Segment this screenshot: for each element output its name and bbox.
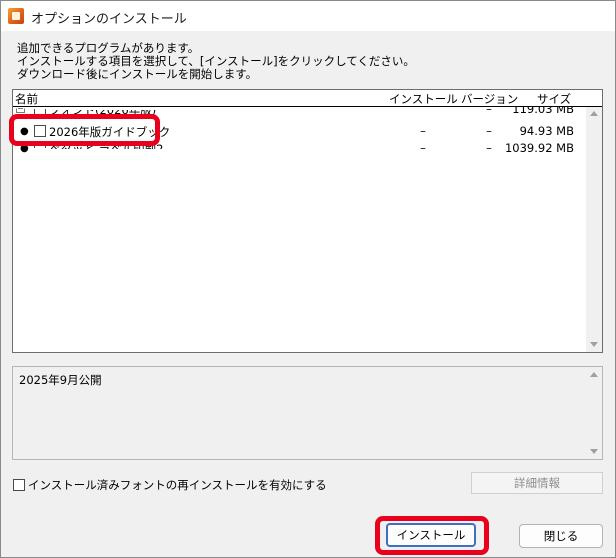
list-item[interactable]: ● 2026年版ガイドブック – – 94.93 MB — [13, 123, 586, 139]
scroll-up-icon[interactable] — [590, 111, 598, 116]
list-item[interactable]: フォント(2026年版) – 119.03 MB — [13, 107, 586, 117]
instructions: 追加できるプログラムがあります。 インストールする項目を選択して、[インストール… — [17, 42, 415, 81]
details-button[interactable]: 詳細情報 — [471, 472, 603, 494]
description-text: 2025年9月公開 — [19, 373, 102, 387]
list-header: 名前 インストール バージョン サイズ — [13, 90, 602, 107]
collapse-toggle-icon[interactable] — [16, 108, 25, 113]
reinstall-label: インストール済みフォントの再インストールを有効にする — [28, 478, 327, 492]
list-rows: フォント(2026年版) – 119.03 MB ● 2026年版ガイドブック … — [13, 107, 586, 352]
item-version: – — [486, 124, 492, 138]
item-checkbox[interactable] — [34, 109, 46, 115]
item-name: フォント(2026年版) — [49, 107, 157, 117]
item-install-status: – — [420, 141, 426, 155]
column-header-size[interactable]: サイズ — [537, 91, 571, 107]
item-version: – — [486, 141, 492, 155]
install-options-dialog: オプションのインストール 追加できるプログラムがあります。 インストールする項目… — [0, 0, 616, 558]
item-version: – — [486, 107, 492, 116]
column-header-version[interactable]: バージョン — [461, 91, 518, 107]
scroll-down-icon[interactable] — [590, 342, 598, 347]
item-checkbox[interactable] — [34, 142, 46, 148]
reinstall-option[interactable]: インストール済みフォントの再インストールを有効にする — [13, 477, 327, 493]
instruction-line-3: ダウンロード後にインストールを開始します。 — [17, 67, 258, 81]
app-icon — [8, 8, 24, 24]
bullet-icon: ● — [20, 143, 29, 154]
list-scrollbar[interactable] — [586, 107, 602, 352]
column-header-name[interactable]: 名前 — [15, 91, 38, 107]
scroll-down-icon[interactable] — [590, 449, 598, 454]
install-button[interactable]: インストール — [386, 523, 476, 547]
reinstall-checkbox[interactable] — [13, 479, 25, 491]
item-install-status: – — [420, 124, 426, 138]
title-bar: オプションのインストール — [1, 1, 615, 31]
window-title: オプションのインストール — [31, 12, 187, 27]
item-size: 1039.92 MB — [504, 141, 574, 155]
program-list[interactable]: 名前 インストール バージョン サイズ フォント(2026年版) – 119.0… — [12, 89, 603, 353]
item-checkbox[interactable] — [34, 125, 46, 137]
close-button[interactable]: 閉じる — [519, 524, 603, 548]
item-name: ペタッと ラベル印刷2 — [49, 142, 164, 156]
description-box: 2025年9月公開 — [12, 366, 603, 460]
item-size: 94.93 MB — [519, 124, 574, 138]
bullet-icon: ● — [20, 126, 29, 137]
scroll-up-icon[interactable] — [590, 372, 598, 377]
list-item[interactable]: ● ペタッと ラベル印刷2 – – 1039.92 MB — [13, 140, 586, 156]
item-size: 119.03 MB — [512, 107, 574, 116]
item-name: 2026年版ガイドブック — [49, 125, 171, 139]
description-scrollbar[interactable] — [586, 367, 602, 459]
column-header-install[interactable]: インストール — [389, 91, 458, 107]
